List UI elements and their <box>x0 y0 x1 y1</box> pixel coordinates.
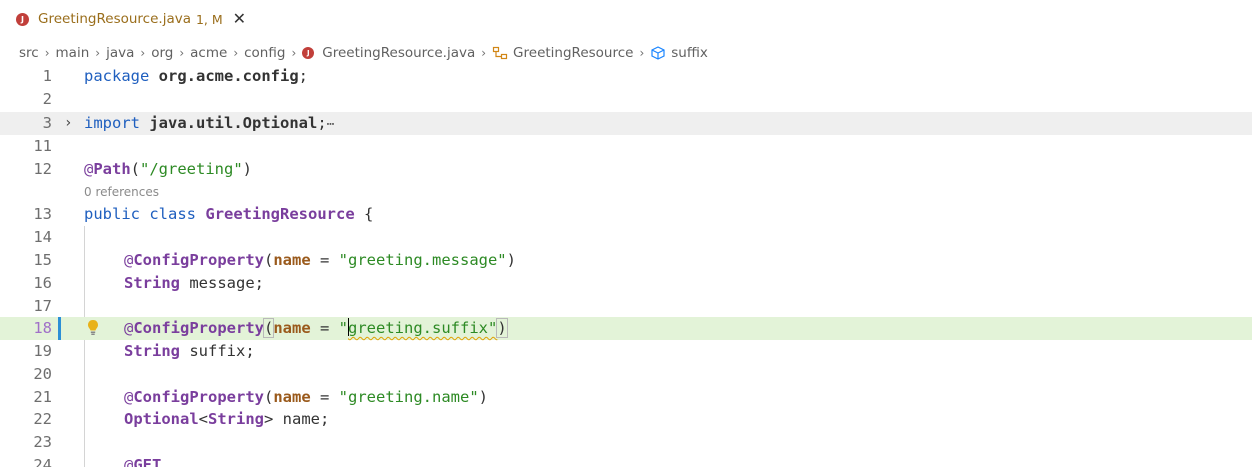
breadcrumb-item-class[interactable]: GreetingResource <box>492 45 633 61</box>
code-editor[interactable]: 1 package org.acme.config; 2 3 › import … <box>0 65 1252 467</box>
code-text: String suffix; <box>124 342 255 360</box>
fold-chevron-icon[interactable]: › <box>64 112 72 135</box>
line-number: 20 <box>33 365 52 383</box>
chevron-right-icon: › <box>95 46 101 60</box>
line-number: 15 <box>33 251 52 269</box>
chevron-right-icon: › <box>481 46 487 60</box>
code-text: String message; <box>124 274 264 292</box>
chevron-right-icon: › <box>179 46 185 60</box>
code-line-17: 17 <box>0 295 1252 318</box>
code-line-15: 15 @ConfigProperty(name = "greeting.mess… <box>0 249 1252 272</box>
line-number: 14 <box>33 228 52 246</box>
code-line-22: 22 Optional<String> name; <box>0 408 1252 431</box>
code-text: @ConfigProperty(name = "greeting.message… <box>124 251 516 269</box>
code-line-12: 12 @Path("/greeting") <box>0 158 1252 181</box>
breadcrumb-item-file[interactable]: J GreetingResource.java <box>302 45 475 61</box>
java-file-icon: J <box>16 12 29 26</box>
code-text: package org.acme.config; <box>84 67 308 85</box>
breadcrumb-item-field[interactable]: suffix <box>650 45 708 61</box>
line-number: 12 <box>33 160 52 178</box>
code-line-24: 24 @GET <box>0 454 1252 467</box>
line-number: 2 <box>42 90 52 108</box>
breadcrumb-item-java[interactable]: java <box>106 45 134 61</box>
field-symbol-icon <box>651 46 665 60</box>
line-number: 1 <box>42 67 52 85</box>
tab-problem-badge: 1, M <box>195 11 223 27</box>
line-number: 11 <box>33 137 52 155</box>
class-symbol-icon <box>492 46 508 60</box>
code-text: public class GreetingResource { <box>84 205 374 223</box>
chevron-right-icon: › <box>44 46 50 60</box>
code-line-13: 13 public class GreetingResource { <box>0 203 1252 226</box>
code-line-21: 21 @ConfigProperty(name = "greeting.name… <box>0 386 1252 409</box>
warning-squiggle[interactable]: greeting.suffix" <box>348 319 497 337</box>
tab-greeting-resource[interactable]: J GreetingResource.java 1, M ✕ <box>0 0 264 38</box>
line-number: 3 <box>42 114 52 132</box>
code-text: @ConfigProperty(name = "greeting.name") <box>124 388 488 406</box>
code-line-18-current: 18 @ConfigProperty(name = "greeting.suff… <box>0 317 1252 340</box>
breadcrumb-item-src[interactable]: src <box>19 45 39 61</box>
breadcrumb: src › main › java › org › acme › config … <box>19 43 708 63</box>
code-line-1: 1 package org.acme.config; <box>0 65 1252 88</box>
code-line-20: 20 <box>0 363 1252 386</box>
code-line-23: 23 <box>0 431 1252 454</box>
line-number: 24 <box>33 456 52 467</box>
line-number: 13 <box>33 205 52 223</box>
chevron-right-icon: › <box>291 46 297 60</box>
code-line-2: 2 <box>0 88 1252 111</box>
code-line-19: 19 String suffix; <box>0 340 1252 363</box>
line-number: 17 <box>33 297 52 315</box>
code-line-3-folded: 3 › import java.util.Optional;⋯ <box>0 112 1252 135</box>
breadcrumb-item-main[interactable]: main <box>56 45 90 61</box>
breadcrumb-class-label: GreetingResource <box>513 45 634 61</box>
code-line-11: 11 <box>0 135 1252 158</box>
code-text: @GET <box>124 456 162 467</box>
code-line-14: 14 <box>0 226 1252 249</box>
modified-line-indicator[interactable] <box>58 317 61 340</box>
line-number: 16 <box>33 274 52 292</box>
java-file-icon: J <box>302 47 315 59</box>
close-icon[interactable]: ✕ <box>233 11 246 27</box>
lightbulb-icon[interactable] <box>86 319 100 337</box>
folded-region-ellipsis[interactable]: ⋯ <box>327 117 335 132</box>
breadcrumb-item-config[interactable]: config <box>244 45 285 61</box>
code-text: Optional<String> name; <box>124 410 330 428</box>
line-number: 22 <box>33 410 52 428</box>
code-text: import java.util.Optional;⋯ <box>84 114 335 132</box>
tab-title: GreetingResource.java <box>38 11 191 27</box>
breadcrumb-file-label: GreetingResource.java <box>322 45 476 61</box>
chevron-right-icon: › <box>233 46 239 60</box>
codelens-references[interactable]: 0 references <box>84 184 159 200</box>
line-number: 23 <box>33 433 52 451</box>
breadcrumb-item-acme[interactable]: acme <box>190 45 227 61</box>
editor-tab-bar: J GreetingResource.java 1, M ✕ <box>0 0 1252 38</box>
code-text: @ConfigProperty(name = "greeting.suffix"… <box>124 318 508 338</box>
line-number: 21 <box>33 388 52 406</box>
breadcrumb-field-label: suffix <box>671 45 708 61</box>
line-number: 18 <box>33 319 52 337</box>
chevron-right-icon: › <box>639 46 645 60</box>
line-number: 19 <box>33 342 52 360</box>
breadcrumb-item-org[interactable]: org <box>151 45 173 61</box>
code-text: @Path("/greeting") <box>84 160 253 178</box>
chevron-right-icon: › <box>140 46 146 60</box>
code-line-16: 16 String message; <box>0 272 1252 295</box>
